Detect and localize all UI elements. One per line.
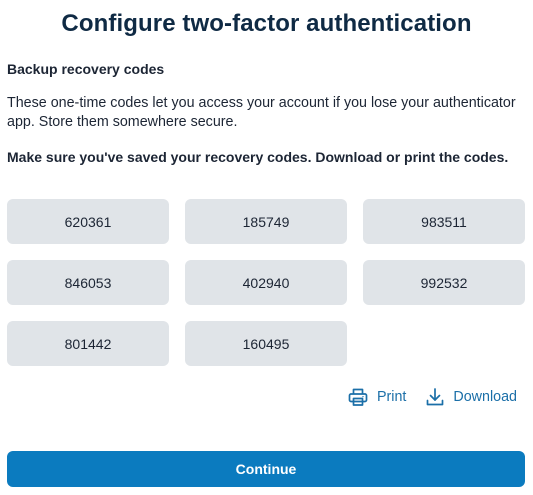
recovery-code: 801442 xyxy=(7,321,169,366)
recovery-code: 185749 xyxy=(185,199,347,244)
recovery-code: 846053 xyxy=(7,260,169,305)
section-description: These one-time codes let you access your… xyxy=(7,95,516,130)
page-title: Configure two-factor authentication xyxy=(61,10,472,37)
save-warning: Make sure you've saved your recovery cod… xyxy=(7,149,509,165)
recovery-code: 160495 xyxy=(185,321,347,366)
recovery-code: 402940 xyxy=(185,260,347,305)
download-button[interactable]: Download xyxy=(426,387,517,407)
code-actions: Print Download xyxy=(348,387,517,407)
recovery-codes-grid: 620361 185749 983511 846053 402940 99253… xyxy=(7,199,525,366)
print-button[interactable]: Print xyxy=(348,387,406,407)
section-title: Backup recovery codes xyxy=(7,61,165,77)
printer-icon xyxy=(348,387,368,407)
download-label: Download xyxy=(453,389,517,405)
recovery-code: 620361 xyxy=(7,199,169,244)
print-label: Print xyxy=(377,389,407,405)
recovery-code: 983511 xyxy=(363,199,525,244)
download-icon xyxy=(426,387,444,407)
recovery-code: 992532 xyxy=(363,260,525,305)
continue-button[interactable]: Continue xyxy=(7,451,525,487)
